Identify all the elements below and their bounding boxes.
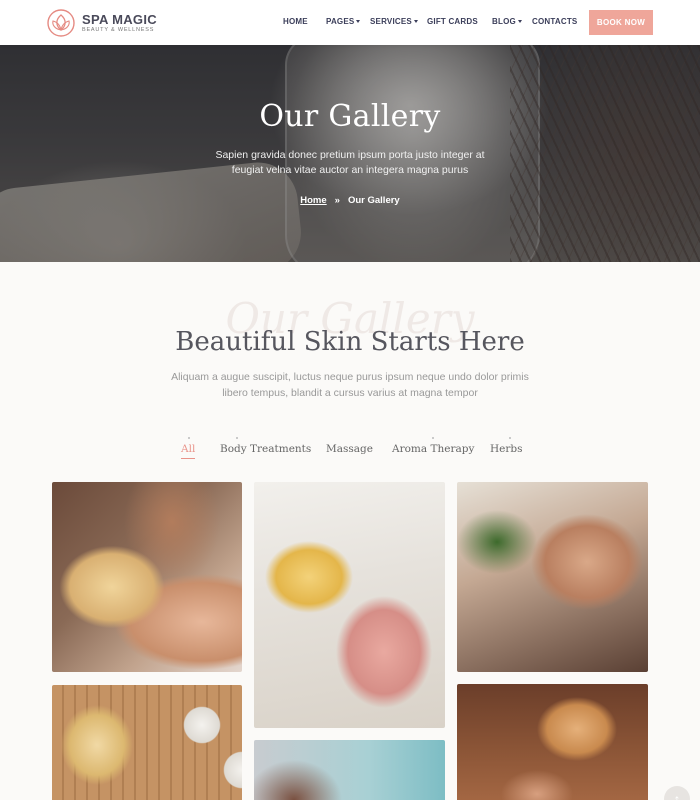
chevron-down-icon bbox=[413, 20, 418, 24]
gallery-image-aroma-oil[interactable] bbox=[457, 684, 648, 800]
filter-all[interactable]: All bbox=[181, 443, 195, 455]
nav-blog[interactable]: BLOG bbox=[492, 17, 522, 26]
filter-dot bbox=[432, 437, 434, 439]
filter-aroma-therapy[interactable]: Aroma Therapy bbox=[392, 443, 474, 455]
logo[interactable]: SPA MAGIC BEAUTY & WELLNESS bbox=[46, 8, 157, 38]
nav-contacts[interactable]: CONTACTS bbox=[532, 17, 577, 26]
section-subtitle-line: libero tempus, blandit a cursus varius a… bbox=[222, 387, 478, 399]
gallery-image-back-massage[interactable] bbox=[52, 482, 242, 672]
nav-home[interactable]: HOME bbox=[283, 17, 308, 26]
filter-dot bbox=[188, 437, 190, 439]
filter-herbs[interactable]: Herbs bbox=[490, 443, 523, 455]
section-subtitle-line: Aliquam a augue suscipit, luctus neque p… bbox=[171, 371, 529, 383]
filter-body-treatments[interactable]: Body Treatments bbox=[220, 443, 311, 455]
brand-name: SPA MAGIC bbox=[82, 11, 157, 27]
breadcrumb: Home » Our Gallery bbox=[0, 195, 700, 206]
gallery-image-facial-treatment[interactable] bbox=[457, 482, 648, 672]
breadcrumb-separator: » bbox=[334, 195, 340, 206]
book-now-button[interactable]: BOOK NOW bbox=[589, 10, 653, 35]
nav-services[interactable]: SERVICES bbox=[370, 17, 418, 26]
chevron-down-icon bbox=[517, 20, 522, 24]
nav-pages[interactable]: PAGES bbox=[326, 17, 361, 26]
page-title: Our Gallery bbox=[259, 99, 441, 134]
filter-dot bbox=[509, 437, 511, 439]
lotus-icon bbox=[47, 9, 75, 37]
scroll-to-top-button[interactable]: ↑ bbox=[664, 786, 690, 800]
gallery-image-spa-accessories[interactable] bbox=[52, 685, 242, 800]
brand-tagline: BEAUTY & WELLNESS bbox=[82, 26, 155, 33]
nav-gift-cards[interactable]: GIFT CARDS bbox=[427, 17, 478, 26]
section-title: Beautiful Skin Starts Here bbox=[175, 327, 525, 357]
hero-subtitle-line: feugiat velna vitae auctor an integera m… bbox=[231, 164, 469, 176]
filter-active-underline bbox=[181, 458, 195, 459]
chevron-down-icon bbox=[356, 20, 361, 24]
gallery-image-relaxation[interactable] bbox=[254, 740, 445, 800]
site-header: SPA MAGIC BEAUTY & WELLNESS HOME PAGES S… bbox=[0, 0, 700, 45]
breadcrumb-home-link[interactable]: Home bbox=[300, 195, 326, 206]
gallery-image-bath-salts[interactable] bbox=[254, 482, 445, 728]
hero-subtitle-line: Sapien gravida donec pretium ipsum porta… bbox=[215, 149, 485, 161]
filter-massage[interactable]: Massage bbox=[326, 443, 373, 455]
nav-services-label: SERVICES bbox=[370, 17, 412, 26]
nav-pages-label: PAGES bbox=[326, 17, 355, 26]
hero-subtitle: Sapien gravida donec pretium ipsum porta… bbox=[200, 148, 500, 178]
section-subtitle: Aliquam a augue suscipit, luctus neque p… bbox=[170, 369, 530, 401]
nav-blog-label: BLOG bbox=[492, 17, 516, 26]
filter-dot bbox=[236, 437, 238, 439]
breadcrumb-current: Our Gallery bbox=[347, 195, 400, 206]
